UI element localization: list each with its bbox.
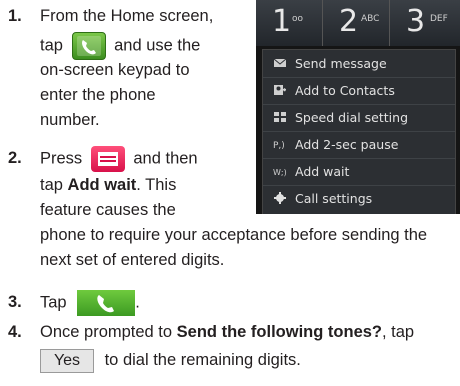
step-text: feature causes the — [40, 201, 176, 219]
step-text: Press — [40, 149, 83, 168]
dialer-key-1: 1 oo — [256, 0, 323, 46]
key-letters: ABC — [361, 14, 380, 24]
wait-icon: W;) — [273, 168, 287, 177]
step-text-line: Yes to dial the remaining digits. — [40, 348, 301, 373]
step-text: and use the — [114, 36, 201, 55]
menu-item-send-message: Send message — [263, 50, 455, 78]
yes-button: Yes — [40, 348, 94, 373]
gear-icon — [274, 192, 286, 204]
step-text: tap — [40, 176, 63, 194]
step-number: 2. — [8, 149, 22, 167]
dialer-key-2: 2 ABC — [323, 0, 390, 46]
dialer-key-3: 3 DEF — [390, 0, 460, 46]
phone-screenshot: 1 oo 2 ABC 3 DEF Send message Add to Con… — [256, 0, 460, 214]
step-number: 1. — [8, 7, 22, 25]
menu-item-label: Speed dial setting — [295, 110, 409, 125]
dialer-keypad-row: 1 oo 2 ABC 3 DEF — [256, 0, 460, 46]
pause-icon: P,) — [273, 141, 285, 150]
step-text: enter the phone — [40, 86, 156, 104]
contacts-icon — [274, 85, 286, 95]
speed-dial-icon — [274, 112, 286, 122]
menu-item-speed-dial: Speed dial setting — [263, 104, 455, 132]
step-text-line: Tap . — [40, 290, 140, 316]
menu-item-add-to-contacts: Add to Contacts — [263, 77, 455, 105]
step-text: . This — [136, 176, 177, 194]
step-text: . — [135, 293, 140, 312]
key-digit: 3 — [406, 4, 426, 39]
menu-key-icon — [90, 146, 125, 172]
key-letters: DEF — [430, 14, 448, 24]
step-number: 3. — [8, 293, 22, 311]
menu-item-add-pause: P,) Add 2-sec pause — [263, 131, 455, 159]
svg-text:W;): W;) — [273, 168, 287, 177]
step-text-line: Press and then — [40, 146, 198, 172]
menu-item-label: Send message — [295, 56, 387, 71]
step-text: to dial the remaining digits. — [104, 351, 301, 369]
step-text: and then — [133, 149, 198, 168]
step-text-line: tap Add wait. This — [40, 173, 176, 197]
message-icon — [273, 58, 287, 67]
step-text-line: Once prompted to Send the following tone… — [40, 320, 414, 344]
step-text: Tap — [40, 293, 67, 312]
step-text: on-screen keypad to — [40, 61, 190, 79]
menu-item-label: Add to Contacts — [295, 83, 395, 98]
key-digit: 1 — [272, 4, 292, 39]
menu-item-label: Call settings — [295, 191, 373, 206]
phone-app-icon — [71, 32, 106, 60]
step-text-line: tap and use the — [40, 32, 200, 60]
step-text: Once prompted to — [40, 323, 173, 341]
options-menu: Send message Add to Contacts Speed dial … — [262, 49, 456, 214]
step-emphasis: Send the following tones? — [176, 323, 382, 341]
menu-item-label: Add 2-sec pause — [295, 137, 399, 152]
svg-text:P,): P,) — [273, 141, 285, 150]
key-letters: oo — [292, 14, 304, 24]
step-text: From the Home screen, — [40, 7, 214, 25]
step-text: , tap — [382, 323, 415, 341]
step-emphasis: Add wait — [67, 176, 137, 194]
step-text: next set of entered digits. — [40, 251, 225, 269]
menu-item-call-settings: Call settings — [263, 185, 455, 212]
step-text: phone to require your acceptance before … — [40, 226, 428, 244]
key-digit: 2 — [339, 4, 359, 39]
call-key-icon — [77, 290, 136, 316]
menu-item-add-wait: W;) Add wait — [263, 158, 455, 186]
step-text: number. — [40, 111, 100, 129]
step-text: tap — [40, 36, 63, 55]
menu-item-label: Add wait — [295, 164, 350, 179]
step-number: 4. — [8, 323, 22, 341]
